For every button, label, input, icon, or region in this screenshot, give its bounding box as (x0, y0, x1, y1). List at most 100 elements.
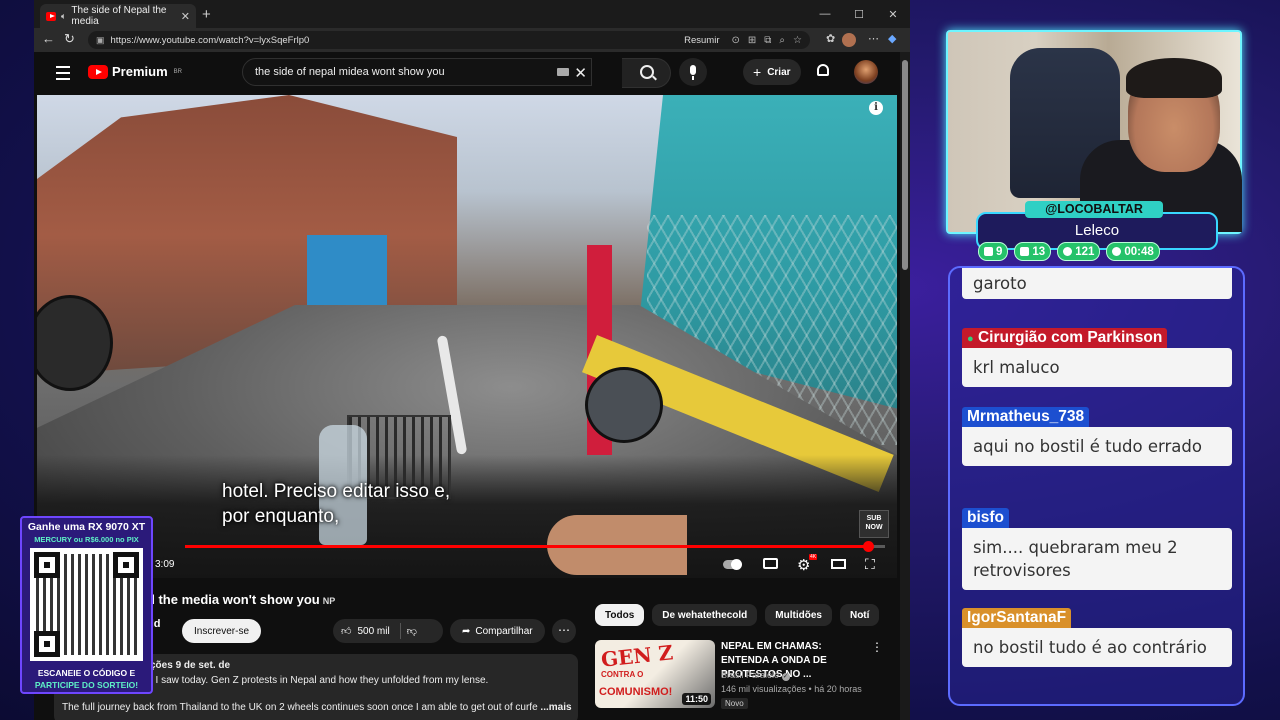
dislike-icon[interactable]: 👎︎ (407, 625, 417, 637)
stream-stats: 9 13 121 00:48 (978, 242, 1160, 261)
whatsapp-icon (1112, 247, 1122, 256)
hd-badge: 4K (809, 554, 818, 560)
chat-username: Mrmatheus_738 (962, 407, 1090, 427)
qr-finder-bottom-left (34, 631, 60, 657)
video-frame-blue-wall (307, 235, 387, 315)
chat-text: garoto (962, 268, 1232, 299)
streamer-name: Leleco (1074, 222, 1120, 239)
chat-message: ● Cirurgião com Parkinson krl maluco (962, 328, 1232, 387)
keyboard-icon[interactable] (557, 68, 569, 76)
translate-icon[interactable]: ⧉ (764, 35, 771, 46)
summarize-button[interactable]: Resumir (684, 35, 719, 46)
profile-avatar[interactable] (842, 33, 856, 47)
account-avatar[interactable] (854, 60, 878, 84)
favorite-star-icon[interactable]: ☆ (793, 35, 802, 46)
reload-icon[interactable]: ↻ (64, 31, 75, 47)
search-query: the side of nepal midea wont show you (255, 66, 445, 78)
chat-text: sim.... quebraram meu 2 retrovisores (962, 528, 1232, 590)
browser-tab[interactable]: 🔈︎ The side of Nepal the media ✕ (40, 4, 196, 28)
copilot-icon[interactable]: ◆ (888, 32, 896, 45)
minimize-icon[interactable]: — (808, 0, 842, 28)
plus-icon: + (753, 64, 762, 80)
chat-text: no bostil tudo é ao contrário (962, 628, 1232, 667)
logo-region: BR (173, 68, 182, 75)
video-player[interactable]: hotel. Preciso editar isso e, por enquan… (37, 95, 897, 578)
chip-multidoes[interactable]: Multidões (765, 604, 832, 626)
captions-icon[interactable] (763, 558, 778, 569)
below-player: al the media won't show youNP old Inscre… (34, 578, 900, 720)
extensions-icon[interactable]: ✿ (826, 32, 835, 45)
progress-bar[interactable] (185, 541, 885, 552)
subnow-line-1: SUB (866, 515, 882, 522)
description-line-2-text: The full journey back from Thailand to t… (62, 702, 538, 713)
immersive-reader-icon[interactable]: ⊙ (732, 35, 740, 46)
qr-code (30, 548, 143, 661)
scrollbar-thumb[interactable] (902, 60, 908, 270)
like-icon[interactable]: 👍︎ (341, 625, 351, 637)
chat-message: Mrmatheus_738 aqui no bostil é tudo erra… (962, 407, 1232, 466)
subscribe-button[interactable]: Inscrever-se (182, 619, 262, 643)
share-button[interactable]: ➦ Compartilhar (450, 619, 545, 643)
promo-line-3: ESCANEIE O CÓDIGO E (37, 668, 136, 678)
like-count[interactable]: 500 mil (357, 626, 389, 637)
page-scrollbar[interactable] (900, 52, 910, 720)
microphone-icon[interactable] (679, 58, 707, 86)
speaker-icon[interactable]: 🔈︎ (61, 11, 66, 22)
video-captions: hotel. Preciso editar isso e, por enquan… (222, 479, 450, 529)
share-label: Compartilhar (475, 625, 533, 637)
close-tab-icon[interactable]: ✕ (181, 10, 190, 23)
url-field[interactable]: ▣ https://www.youtube.com/watch?v=lyxSqe… (88, 31, 810, 49)
back-icon[interactable]: ← (42, 31, 55, 46)
promo-line-1: Ganhe uma RX 9070 XT (27, 521, 146, 533)
close-window-icon[interactable]: ✕ (876, 0, 910, 28)
new-tab-icon[interactable]: + (202, 6, 211, 23)
address-bar-row: ← ↻ ▣ https://www.youtube.com/watch?v=ly… (34, 28, 910, 52)
promo-line-2: MERCURY ou R$6.000 no PIX (34, 535, 139, 544)
maximize-icon[interactable]: ☐ (842, 0, 876, 28)
recommended-channel-name: Brasil Paralelo (721, 670, 780, 680)
more-actions-icon[interactable]: ⋯ (552, 619, 576, 643)
description-line-2: The full journey back from Thailand to t… (62, 702, 572, 713)
chip-channel[interactable]: De wehatethecold (652, 604, 758, 626)
create-button[interactable]: + Criar (743, 59, 801, 85)
recommended-thumbnail[interactable]: GEN Z CONTRA O COMUNISMO! 11:50 (595, 640, 715, 708)
video-title-badge: NP (322, 596, 336, 606)
recommended-video[interactable]: GEN Z CONTRA O COMUNISMO! 11:50 NEPAL EM… (595, 640, 895, 712)
chat-panel: garoto ● Cirurgião com Parkinson krl mal… (948, 266, 1245, 706)
chip-todos[interactable]: Todos (595, 604, 645, 626)
show-more-link[interactable]: ...mais (538, 702, 571, 713)
browser-window: 🔈︎ The side of Nepal the media ✕ + — ☐ ✕… (34, 0, 910, 720)
zoom-icon[interactable]: ⌕ (779, 35, 785, 46)
progress-fill (185, 545, 868, 548)
stat-chat-value: 9 (996, 245, 1003, 258)
info-icon[interactable]: i (869, 101, 883, 115)
site-info-icon[interactable]: ▣ (96, 35, 105, 46)
recommended-channel[interactable]: Brasil Paralelo ✓ (721, 670, 790, 681)
streamer-handle: @LOCOBALTAR (1025, 201, 1163, 218)
menu-icon[interactable] (56, 66, 70, 80)
recommended-more-icon[interactable]: ⋮ (871, 640, 883, 654)
description-meta: ções 9 de set. de (150, 660, 231, 671)
chat-badge-icon: ● (967, 333, 974, 345)
search-input[interactable]: the side of nepal midea wont show you ✕ (242, 58, 592, 86)
stat-youtube: 13 (1014, 242, 1052, 261)
tab-strip: 🔈︎ The side of Nepal the media ✕ + — ☐ ✕ (34, 0, 910, 28)
browser-menu-icon[interactable]: ⋯ (868, 32, 879, 45)
stat-chat: 9 (978, 242, 1009, 261)
notifications-bell-icon[interactable] (817, 64, 829, 76)
verified-icon: ✓ (781, 673, 790, 681)
fullscreen-icon[interactable]: ⛶ (865, 556, 875, 573)
chevron-right-icon[interactable]: › (860, 608, 864, 622)
subscribe-watermark[interactable]: SUB NOW (859, 510, 889, 538)
new-badge: Novo (721, 698, 748, 709)
theater-mode-icon[interactable] (831, 559, 846, 569)
search-icon[interactable] (640, 65, 654, 79)
clear-search-icon[interactable]: ✕ (574, 64, 587, 82)
youtube-logo[interactable]: Premium BR (88, 64, 182, 79)
stat-viewers: 121 (1057, 242, 1101, 261)
autoplay-toggle[interactable] (723, 559, 742, 570)
apps-icon[interactable]: ⊞ (748, 35, 756, 46)
qr-finder-top-right (113, 552, 139, 578)
chat-message: garoto (962, 268, 1232, 299)
video-duration: 11:50 (682, 693, 711, 705)
